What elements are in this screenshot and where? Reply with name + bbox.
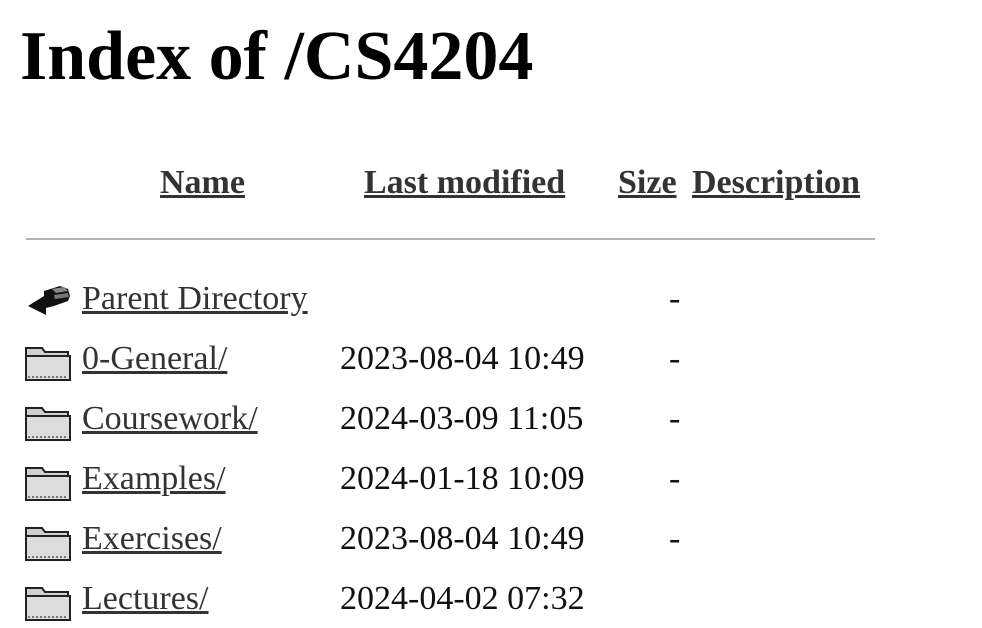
list-item: Parent Directory -	[0, 268, 982, 328]
size-value: -	[669, 400, 681, 437]
folder-icon	[24, 582, 74, 622]
list-item: Coursework/ 2024-03-09 11:05 -	[0, 388, 982, 448]
last-modified-value: 2024-01-18 10:09	[340, 460, 585, 497]
folder-icon	[24, 522, 74, 562]
sort-by-size-link[interactable]: Size	[618, 164, 677, 201]
folder-icon	[24, 342, 74, 382]
size-value: -	[669, 520, 681, 557]
directory-link[interactable]: Coursework/	[82, 400, 258, 437]
sort-by-description-link[interactable]: Description	[692, 164, 860, 201]
page-title: Index of /CS4204	[20, 18, 534, 95]
directory-link[interactable]: Examples/	[82, 460, 226, 497]
list-item: Examples/ 2024-01-18 10:09 -	[0, 448, 982, 508]
last-modified-value: 2023-08-04 10:49	[340, 340, 585, 377]
header-divider	[26, 238, 875, 240]
last-modified-value: 2024-04-02 07:32	[340, 580, 585, 617]
list-item: Lectures/ 2024-04-02 07:32	[0, 568, 982, 628]
directory-link[interactable]: 0-General/	[82, 340, 227, 377]
list-item: 0-General/ 2023-08-04 10:49 -	[0, 328, 982, 388]
last-modified-value: 2023-08-04 10:49	[340, 520, 585, 557]
size-value: -	[669, 460, 681, 497]
list-item: Exercises/ 2023-08-04 10:49 -	[0, 508, 982, 568]
back-arrow-icon	[24, 282, 74, 322]
size-value: -	[669, 340, 681, 377]
directory-link[interactable]: Exercises/	[82, 520, 222, 557]
folder-icon	[24, 402, 74, 442]
sort-by-last-modified-link[interactable]: Last modified	[364, 164, 565, 201]
size-value: -	[669, 280, 681, 317]
last-modified-value: 2024-03-09 11:05	[340, 400, 584, 437]
sort-by-name-link[interactable]: Name	[160, 164, 245, 201]
folder-icon	[24, 462, 74, 502]
directory-link[interactable]: Lectures/	[82, 580, 209, 617]
parent-directory-link[interactable]: Parent Directory	[82, 280, 308, 317]
